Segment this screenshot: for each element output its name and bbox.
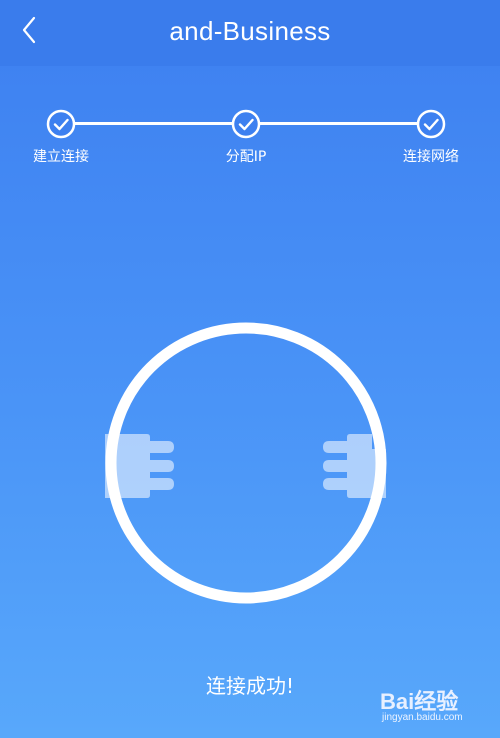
plug-connected-icon xyxy=(105,322,387,604)
step-label: 分配IP xyxy=(225,149,267,165)
progress-steps: 建立连接 分配IP 连接网络 xyxy=(0,100,500,180)
connection-illustration xyxy=(0,320,500,610)
header-bar: and-Business xyxy=(0,0,500,66)
step-check-icon xyxy=(46,109,76,139)
step-connector xyxy=(75,122,232,125)
page-title: and-Business xyxy=(169,16,331,46)
step-connector xyxy=(260,122,417,125)
step-check-icon xyxy=(231,109,261,139)
step-check-icon xyxy=(416,109,446,139)
step-label: 连接网络 xyxy=(403,149,459,165)
watermark-url: jingyan.baidu.com xyxy=(382,712,463,723)
step-label: 建立连接 xyxy=(33,149,89,165)
watermark: Bai经验 jingyan.baidu.com xyxy=(380,684,474,732)
